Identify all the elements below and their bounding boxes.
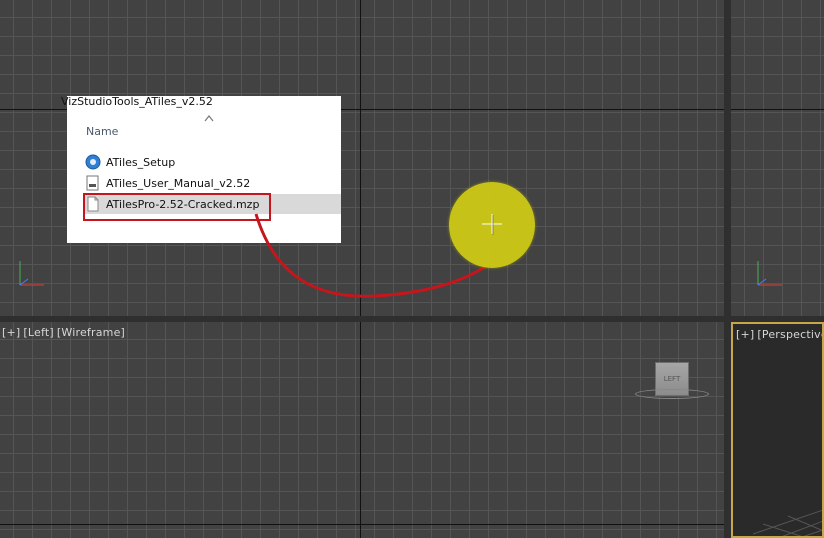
- viewport-shading-menu[interactable]: [Wireframe]: [57, 326, 125, 339]
- viewport-separator-horizontal[interactable]: [0, 316, 824, 322]
- axis-gizmo-right: [757, 261, 782, 286]
- explorer-folder-title: VizStudioTools_ATiles_v2.52: [61, 95, 213, 108]
- viewport-left-wireframe[interactable]: [+] [Left] [Wireframe] LEFT: [0, 322, 725, 538]
- setup-icon: [85, 154, 101, 170]
- axis-gizmo-left: [19, 261, 44, 286]
- perspective-grid: [752, 509, 822, 536]
- chevron-up-icon[interactable]: [204, 114, 214, 125]
- file-name: ATiles_Setup: [106, 155, 176, 169]
- viewcube-face-label: LEFT: [663, 375, 681, 383]
- viewport-perspective[interactable]: [+][Perspective]: [731, 322, 824, 538]
- file-item[interactable]: ATiles_User_Manual_v2.52: [85, 173, 341, 193]
- viewport-top-middle[interactable]: [361, 0, 724, 316]
- viewport-plus-menu[interactable]: [+]: [2, 326, 20, 339]
- grid-axis-horizontal: [361, 109, 724, 110]
- grid-axis-vertical: [360, 322, 361, 538]
- crosshair-cursor-icon: [482, 214, 502, 235]
- file-name: ATiles_User_Manual_v2.52: [106, 176, 251, 190]
- file-item[interactable]: ATiles_Setup: [85, 152, 341, 172]
- grid-axis-horizontal: [731, 109, 824, 110]
- grid-axis-horizontal: [0, 524, 725, 525]
- viewport-label-left[interactable]: [+] [Left] [Wireframe]: [2, 326, 128, 339]
- highlight-annotation-box: [83, 193, 271, 221]
- viewcube-ring[interactable]: [635, 389, 709, 399]
- viewport-separator-vertical[interactable]: [724, 0, 731, 538]
- name-column-header[interactable]: Name: [86, 125, 118, 138]
- pdf-icon: [85, 175, 101, 191]
- viewport-view-menu[interactable]: [Left]: [23, 326, 53, 339]
